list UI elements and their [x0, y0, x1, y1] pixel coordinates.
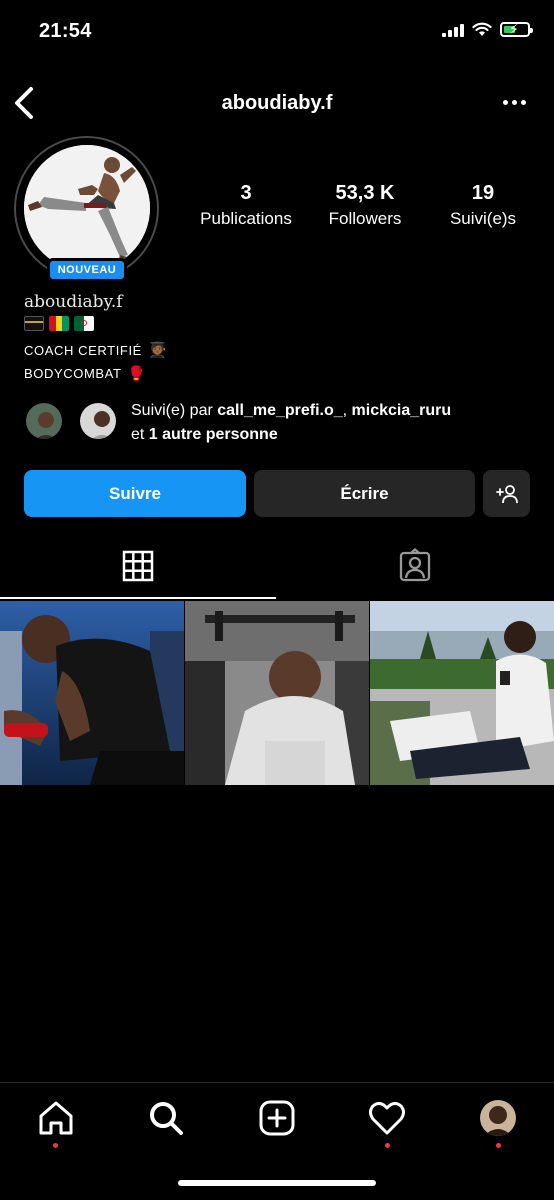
stat-value: 3: [240, 182, 252, 204]
bottom-nav-divider: [0, 1082, 554, 1083]
add-person-icon: [495, 484, 518, 503]
header-username: aboudiaby.f: [221, 92, 333, 114]
message-button[interactable]: Écrire: [254, 470, 475, 517]
stat-followers[interactable]: 53,3 K Followers: [310, 182, 420, 229]
activity-heart-icon[interactable]: [367, 1098, 407, 1138]
suggested-users-button[interactable]: [483, 470, 530, 517]
follower-username[interactable]: mickcia_ruru: [352, 402, 452, 419]
bio-line-text: BODYCOMBAT: [24, 366, 122, 381]
stat-value: 53,3 K: [335, 182, 395, 204]
activity-notification-dot: [385, 1143, 390, 1148]
stat-label: Publications: [200, 209, 292, 228]
bio-line-coach: COACH CERTIFIÉ 🧑🏾‍🎓: [24, 341, 167, 359]
followed-middle: et: [131, 426, 149, 443]
stat-label: Suivi(e)s: [449, 209, 517, 228]
student-emoji-icon: 🧑🏾‍🎓: [147, 342, 168, 359]
bio-line-text: COACH CERTIFIÉ: [24, 342, 142, 358]
profile-screen: 21:54 ⚡ aboudiaby.f NOUVEAU 3 Publicatio…: [0, 0, 554, 1200]
new-badge: NOUVEAU: [47, 258, 127, 282]
boxing-glove-emoji-icon: 🥊: [127, 365, 146, 381]
profile-avatar[interactable]: [480, 1100, 516, 1136]
followed-prefix: Suivi(e) par: [131, 402, 218, 419]
create-post-icon[interactable]: [257, 1098, 297, 1138]
follow-button[interactable]: Suivre: [24, 470, 246, 517]
stat-value: 19: [471, 182, 495, 204]
more-dots-icon[interactable]: [503, 100, 526, 105]
profile-notification-dot: [496, 1143, 501, 1148]
status-time: 21:54: [39, 20, 92, 42]
home-notification-dot: [53, 1143, 58, 1148]
home-indicator[interactable]: [178, 1180, 376, 1186]
followed-by-text[interactable]: Suivi(e) par call_me_prefi.o_, mickcia_r…: [131, 399, 546, 447]
active-tab-indicator: [0, 597, 276, 599]
follower-avatar[interactable]: [24, 401, 64, 441]
kaaba-emoji: [24, 316, 44, 331]
follower-username[interactable]: call_me_prefi.o_: [217, 402, 342, 419]
bio-display-name: aboudiaby.f: [24, 292, 123, 312]
wifi-icon: [472, 22, 492, 36]
algeria-flag-emoji: [74, 316, 94, 331]
status-icons: ⚡: [442, 21, 533, 37]
follower-avatar[interactable]: [78, 401, 118, 441]
stat-following[interactable]: 19 Suivi(e)s: [430, 182, 536, 229]
tagged-icon[interactable]: [397, 548, 433, 584]
grid-icon[interactable]: [120, 548, 156, 584]
home-icon[interactable]: [36, 1098, 76, 1138]
cellular-signal-icon: [442, 23, 464, 37]
bio-line-bodycombat: BODYCOMBAT 🥊: [24, 365, 146, 382]
profile-avatar[interactable]: [24, 145, 150, 271]
search-icon[interactable]: [146, 1098, 186, 1138]
followed-separator: ,: [342, 402, 352, 419]
bio-emoji-row: [24, 316, 94, 331]
guinea-flag-emoji: [49, 316, 69, 331]
post-thumbnail[interactable]: [370, 601, 554, 785]
post-thumbnail[interactable]: [185, 601, 369, 785]
battery-charging-icon: ⚡: [500, 21, 533, 37]
post-thumbnail[interactable]: [0, 601, 184, 785]
stat-publications[interactable]: 3 Publications: [190, 182, 302, 229]
followed-others[interactable]: 1 autre personne: [149, 426, 278, 443]
stat-label: Followers: [328, 209, 402, 228]
